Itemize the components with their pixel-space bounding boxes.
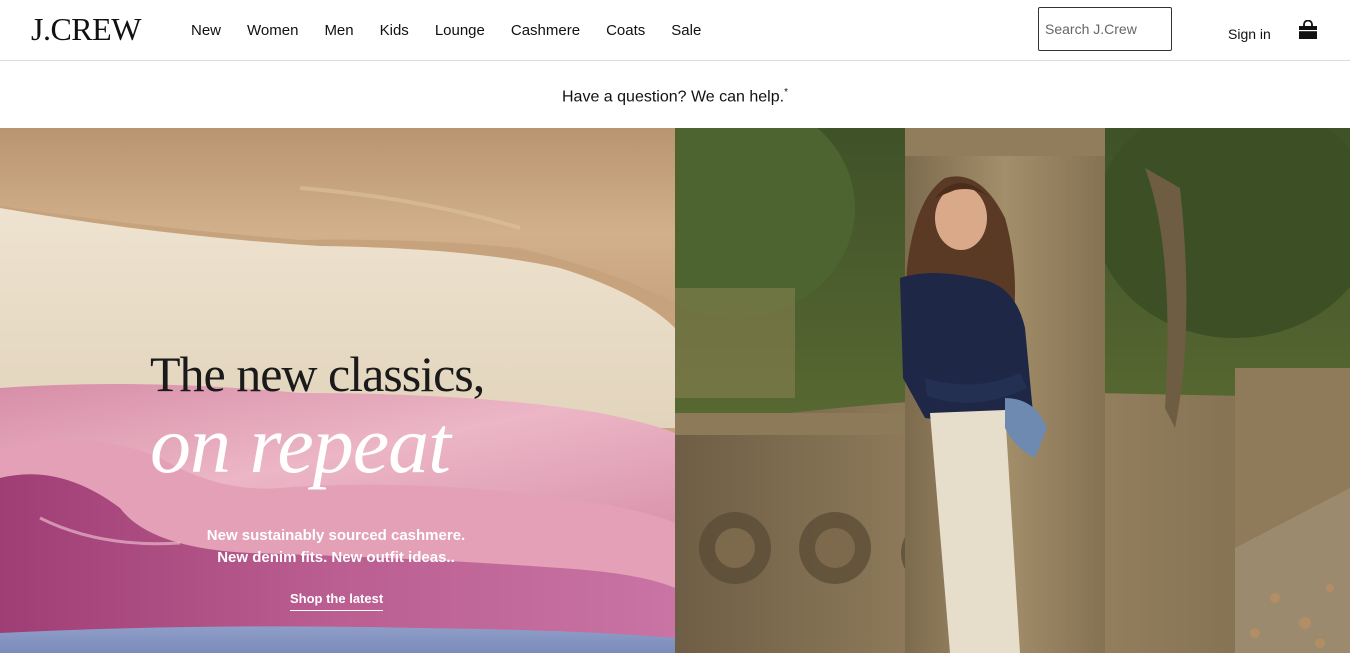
main-nav: New Women Men Kids Lounge Cashmere Coats… xyxy=(191,20,727,42)
help-text[interactable]: Have a question? We can help.* xyxy=(0,83,1350,107)
hero-subtext-line2: New denim fits. New outfit ideas.. xyxy=(217,549,455,566)
hero-banner[interactable]: The new classics, on repeat New sustaina… xyxy=(0,128,1350,653)
nav-item-cashmere[interactable]: Cashmere xyxy=(511,20,580,42)
hero-subtext-line1: New sustainably sourced cashmere. xyxy=(206,527,466,544)
shop-the-latest-link[interactable]: Shop the latest xyxy=(290,591,384,611)
hero-headline-line1: The new classics, xyxy=(150,346,485,402)
nav-item-lounge[interactable]: Lounge xyxy=(435,20,485,42)
site-header: J.CREW New Women Men Kids Lounge Cashmer… xyxy=(0,0,1350,61)
hero-headline-line2: on repeat xyxy=(150,399,451,490)
nav-item-coats[interactable]: Coats xyxy=(606,20,645,42)
sign-in-link[interactable]: Sign in xyxy=(1228,25,1271,43)
help-banner: Have a question? We can help.* xyxy=(0,61,1350,128)
help-text-asterisk: * xyxy=(784,87,788,98)
jcrew-logo[interactable]: J.CREW xyxy=(31,12,141,46)
nav-item-new[interactable]: New xyxy=(191,20,221,42)
model-photo xyxy=(675,128,1350,653)
cashmere-stack-image: The new classics, on repeat New sustaina… xyxy=(0,128,675,653)
nav-item-kids[interactable]: Kids xyxy=(380,20,409,42)
shopping-bag-icon[interactable] xyxy=(1298,20,1318,40)
nav-item-sale[interactable]: Sale xyxy=(671,20,701,42)
nav-item-women[interactable]: Women xyxy=(247,20,298,42)
hero-subtext: New sustainably sourced cashmere. New de… xyxy=(0,525,672,569)
search-input[interactable] xyxy=(1038,7,1172,51)
help-text-label: Have a question? We can help. xyxy=(562,88,785,106)
model-on-balustrade-illustration xyxy=(675,128,1350,653)
nav-item-men[interactable]: Men xyxy=(324,20,353,42)
